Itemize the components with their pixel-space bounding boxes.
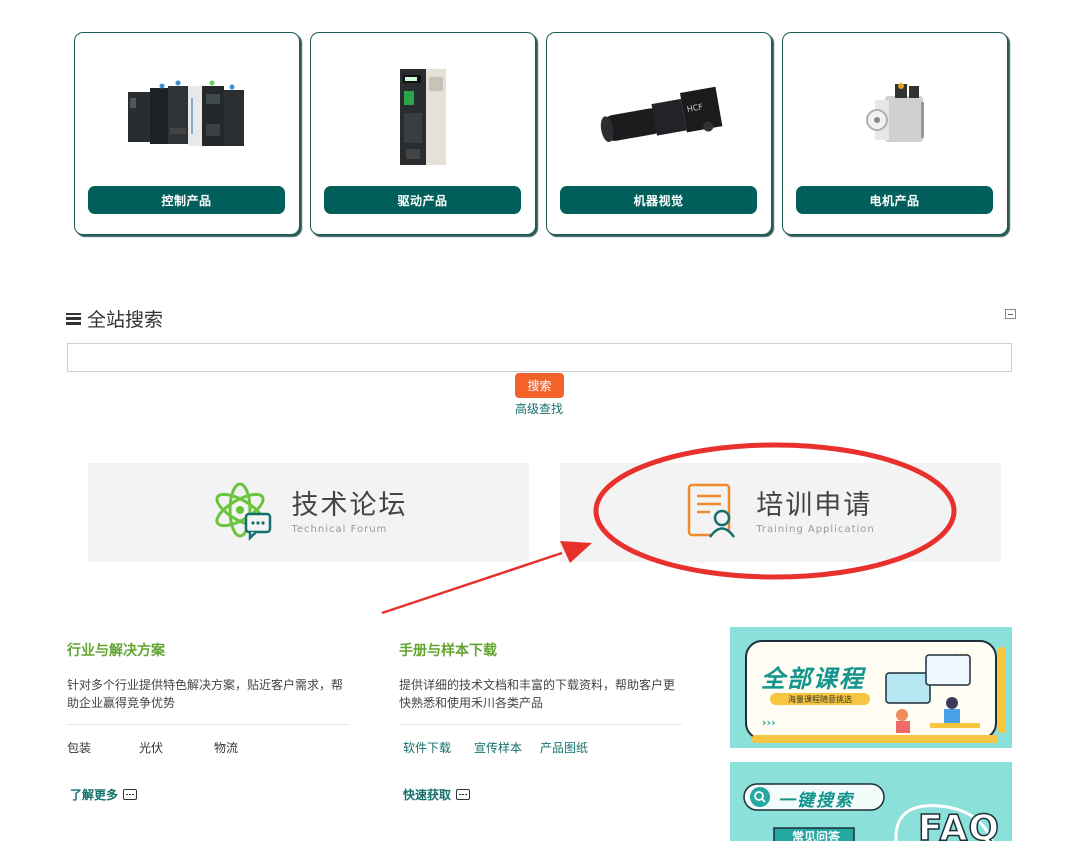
industry-link-logistics[interactable]: 物流 xyxy=(214,739,238,756)
divider xyxy=(399,724,682,725)
courses-title: 全部课程 xyxy=(761,665,865,693)
document-user-icon xyxy=(686,482,740,544)
product-card-drive[interactable]: 驱动产品 xyxy=(310,32,536,235)
control-products-button[interactable]: 控制产品 xyxy=(88,186,285,214)
manuals-title: 手册与样本下载 xyxy=(399,643,497,659)
manuals-links: 软件下载 宣传样本 产品图纸 xyxy=(399,739,682,756)
quick-access-label: 快速获取 xyxy=(403,788,452,802)
all-courses-promo[interactable]: ‹‹‹ ››› 全部课程 海量课程随意挑选 xyxy=(730,627,1012,748)
atom-chat-icon xyxy=(210,480,276,546)
learn-more-link[interactable]: 了解更多 xyxy=(70,786,350,803)
industry-description: 针对多个行业提供特色解决方案，贴近客户需求，帮助企业赢得竞争优势 xyxy=(67,678,344,710)
brochure-link[interactable]: 宣传样本 xyxy=(474,739,540,756)
motor-icon xyxy=(783,43,1007,193)
drive-products-button[interactable]: 驱动产品 xyxy=(324,186,521,214)
search-button[interactable]: 搜索 xyxy=(515,373,564,398)
manuals-downloads-section: 手册与样本下载 提供详细的技术文档和丰富的下载资料，帮助客户更快熟悉和使用禾川各… xyxy=(399,640,682,803)
chat-icon xyxy=(456,789,471,800)
svg-text:›››: ››› xyxy=(762,716,776,729)
menu-icon xyxy=(66,312,81,325)
advanced-search-link[interactable]: 高级查找 xyxy=(515,400,563,417)
divider xyxy=(67,724,350,725)
industry-link-packaging[interactable]: 包装 xyxy=(67,739,139,756)
forum-subtitle: Technical Forum xyxy=(291,524,388,535)
product-card-motor[interactable]: 电机产品 xyxy=(782,32,1008,235)
product-card-vision[interactable]: HCF 机器视觉 xyxy=(546,32,772,235)
search-title: 全站搜索 xyxy=(87,309,164,331)
faq-subtitle: 常见问答 xyxy=(791,830,840,841)
quick-access-link[interactable]: 快速获取 xyxy=(403,786,682,803)
faq-search-promo[interactable]: 一键搜索 常见问答 FAQ xyxy=(730,762,1012,841)
servo-drive-icon xyxy=(311,43,535,193)
product-drawings-link[interactable]: 产品图纸 xyxy=(540,739,588,756)
industry-link-photovoltaic[interactable]: 光伏 xyxy=(139,739,214,756)
industry-solutions-section: 行业与解决方案 针对多个行业提供特色解决方案，贴近客户需求，帮助企业赢得竞争优势… xyxy=(67,640,350,803)
collapse-icon[interactable] xyxy=(1005,309,1016,319)
training-subtitle: Training Application xyxy=(756,524,875,535)
forum-title: 技术论坛 xyxy=(291,490,408,521)
manuals-description: 提供详细的技术文档和丰富的下载资料，帮助客户更快熟悉和使用禾川各类产品 xyxy=(399,678,676,710)
technical-forum-banner[interactable]: 技术论坛 Technical Forum xyxy=(88,463,529,562)
faq-label: FAQ xyxy=(917,807,1000,841)
learn-more-label: 了解更多 xyxy=(70,788,119,802)
software-download-link[interactable]: 软件下载 xyxy=(403,739,474,756)
courses-subtitle: 海量课程随意挑选 xyxy=(788,695,852,704)
training-title: 培训申请 xyxy=(756,490,873,521)
industry-title: 行业与解决方案 xyxy=(67,643,165,659)
search-promo-title: 一键搜索 xyxy=(778,791,854,811)
chat-icon xyxy=(123,789,138,800)
product-card-control[interactable]: 控制产品 xyxy=(74,32,300,235)
search-heading: 全站搜索 xyxy=(66,305,163,332)
camera-icon: HCF xyxy=(547,43,771,193)
annotation-arrow-line xyxy=(381,551,563,615)
search-input[interactable] xyxy=(67,343,1012,372)
industry-links: 包装 光伏 物流 xyxy=(67,739,350,756)
machine-vision-button[interactable]: 机器视觉 xyxy=(560,186,757,214)
training-application-banner[interactable]: 培训申请 Training Application xyxy=(560,463,1001,562)
plc-icon xyxy=(75,43,299,193)
motor-products-button[interactable]: 电机产品 xyxy=(796,186,993,214)
